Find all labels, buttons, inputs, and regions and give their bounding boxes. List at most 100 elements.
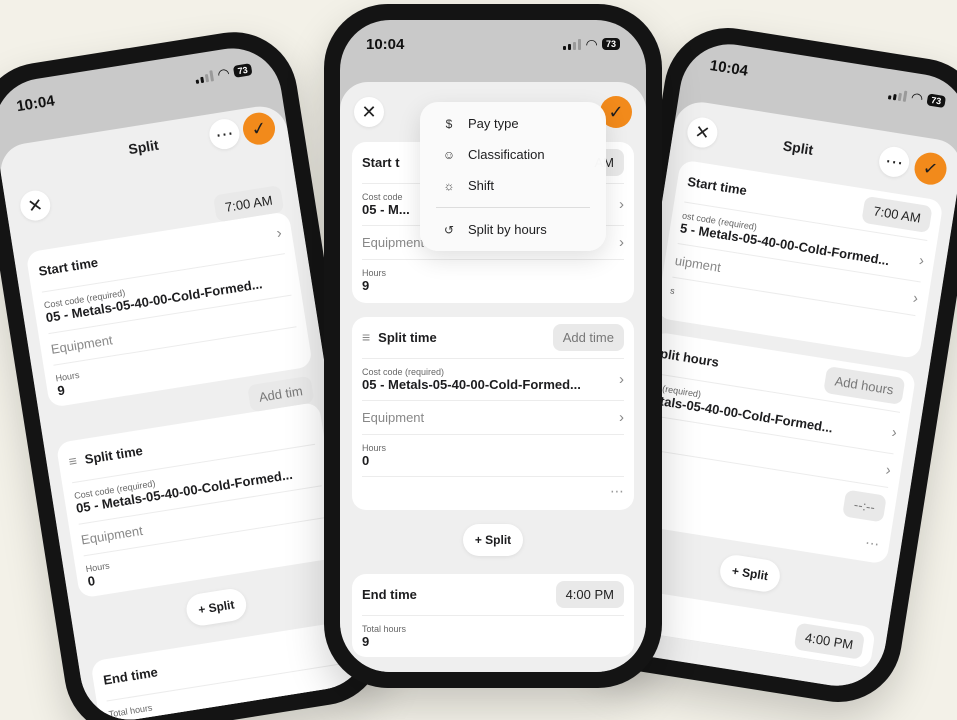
menu-divider <box>436 207 590 208</box>
equipment-label: Equipment <box>362 235 425 250</box>
chevron-right-icon: › <box>911 289 920 308</box>
phone-center: 10:04 ◠ 73 $ Pay type ☺ Classification ☼ Sh… <box>324 4 662 688</box>
more-button[interactable]: ⋯ <box>207 116 242 152</box>
equipment-label: Equipment <box>80 522 144 548</box>
hours-input[interactable]: --:-- <box>842 489 887 523</box>
chevron-right-icon: › <box>619 234 624 251</box>
split-time-card: ≡ Split time Add time Cost code (required)… <box>352 317 634 510</box>
split-button[interactable]: + Split <box>184 586 249 628</box>
chevron-right-icon: › <box>619 371 624 388</box>
close-button[interactable]: ✕ <box>18 188 53 223</box>
chevron-right-icon: › <box>619 409 624 426</box>
menu-item-label: Shift <box>468 178 495 193</box>
split-hours-card: plit hours Add hours e (required) etals-05… <box>623 331 917 565</box>
battery-icon: 73 <box>601 38 620 50</box>
status-icons: ◠ 73 <box>194 61 253 87</box>
total-hours-row: Total hours9 <box>362 616 624 657</box>
split-button[interactable]: + Split <box>717 552 783 594</box>
menu-item-label: Classification <box>468 147 545 162</box>
equipment-label: Equipment <box>49 332 114 357</box>
total-hours-label: Total hours <box>362 624 407 634</box>
equipment-row[interactable]: Equipment › <box>362 401 624 435</box>
end-time-label: End time <box>362 587 417 602</box>
chevron-right-icon: › <box>917 252 926 270</box>
status-icons: ◠ 73 <box>563 36 620 53</box>
phone-left-screen: 10:04 ◠ 73 Split ⋯ ✓ ✕ 7:00 AM Start tim… <box>0 41 375 720</box>
chevron-right-icon: › <box>890 423 899 442</box>
sheet-title: Split <box>127 136 160 158</box>
history-icon: ↺ <box>443 222 455 237</box>
sheet-title: Split <box>781 137 815 158</box>
battery-icon: 73 <box>232 63 253 78</box>
person-icon: ☺ <box>442 147 456 162</box>
hours-row[interactable]: Hours 9 <box>362 260 624 303</box>
hours-row[interactable]: Hours 0 <box>362 435 624 477</box>
hours-value: 9 <box>56 382 66 399</box>
chevron-right-icon: › <box>619 196 624 213</box>
battery-icon: 73 <box>926 93 947 109</box>
confirm-button[interactable]: ✓ <box>240 110 278 147</box>
status-icons: ◠ 73 <box>888 85 947 111</box>
hours-value: 9 <box>362 278 370 293</box>
close-button[interactable]: ✕ <box>354 97 384 127</box>
start-time-label: Start t <box>362 155 400 170</box>
wifi-icon: ◠ <box>216 64 231 82</box>
total-hours-value: 9 <box>362 634 370 649</box>
end-time-value[interactable]: 4:00 PM <box>555 581 624 608</box>
sun-icon: ☼ <box>443 178 455 193</box>
options-menu: $ Pay type ☺ Classification ☼ Shift ↺ Split … <box>420 102 606 251</box>
cost-code-label: Cost code (required) <box>362 367 445 377</box>
chevron-right-icon: › <box>884 461 893 480</box>
add-time-button[interactable]: Add time <box>552 324 624 351</box>
cost-code-value: 05 - Metals-05-40-00-Cold-Formed... <box>362 377 581 392</box>
end-time-label: End time <box>102 664 159 688</box>
split-button[interactable]: + Split <box>463 524 523 556</box>
hours-value: 0 <box>86 572 97 589</box>
menu-item-split-by-hours[interactable]: ↺ Split by hours <box>420 214 606 245</box>
split-sheet: Split ⋯ ✓ ✕ 7:00 AM Start time › Cost cod… <box>0 102 375 720</box>
cost-code-label: Cost code <box>362 192 403 202</box>
more-options-icon[interactable]: ⋯ <box>362 477 624 510</box>
cost-code-value: 05 - M... <box>362 202 410 217</box>
status-time: 10:04 <box>708 56 750 80</box>
hours-label: Hours <box>362 443 387 453</box>
status-time: 10:04 <box>15 91 56 115</box>
cost-code-row[interactable]: Cost code (required) 05 - Metals-05-40-00… <box>362 359 624 401</box>
split-button-label: Split <box>485 533 512 547</box>
more-button[interactable]: ⋯ <box>876 144 912 180</box>
menu-item-classification[interactable]: ☺ Classification <box>420 139 606 170</box>
dollar-icon: $ <box>445 116 453 131</box>
signal-icon <box>195 69 215 84</box>
drag-handle-icon[interactable]: ≡ <box>362 329 370 345</box>
split-time-label: Split time <box>378 329 437 345</box>
menu-item-shift[interactable]: ☼ Shift <box>420 170 606 201</box>
close-button[interactable]: ✕ <box>685 115 720 150</box>
equipment-label: Equipment <box>362 410 425 425</box>
status-bar: 10:04 ◠ 73 <box>340 20 646 68</box>
equipment-label: uipment <box>673 252 722 275</box>
start-time-value[interactable]: 7:00 AM <box>861 195 933 234</box>
start-time-label: Start time <box>37 254 100 279</box>
phone-center-screen: 10:04 ◠ 73 $ Pay type ☺ Classification ☼ Sh… <box>340 20 646 672</box>
end-time-value[interactable]: 4:00 PM <box>793 622 866 660</box>
chevron-right-icon: › <box>275 224 283 243</box>
split-button-label: Split <box>741 565 770 584</box>
status-time: 10:04 <box>366 35 405 53</box>
end-time-card: End time 4:00 PM Total hours 9 <box>352 574 634 657</box>
wifi-icon: ◠ <box>910 88 924 106</box>
hours-label: s <box>669 285 676 297</box>
split-button-label: Split <box>207 597 236 616</box>
signal-icon <box>888 88 908 102</box>
split-time-label: Split time <box>83 442 144 467</box>
menu-item-label: Split by hours <box>468 222 547 237</box>
hours-value: 0 <box>362 453 370 468</box>
split-hours-label: plit hours <box>659 345 721 370</box>
signal-icon <box>563 38 582 50</box>
hours-label: Hours <box>362 268 387 278</box>
drag-handle-icon[interactable]: ≡ <box>67 452 78 469</box>
add-hours-button[interactable]: Add hours <box>822 365 906 405</box>
wifi-icon: ◠ <box>586 35 597 52</box>
start-time-label: Start time <box>686 173 748 199</box>
menu-item-pay-type[interactable]: $ Pay type <box>420 108 606 139</box>
confirm-button[interactable]: ✓ <box>912 150 949 187</box>
